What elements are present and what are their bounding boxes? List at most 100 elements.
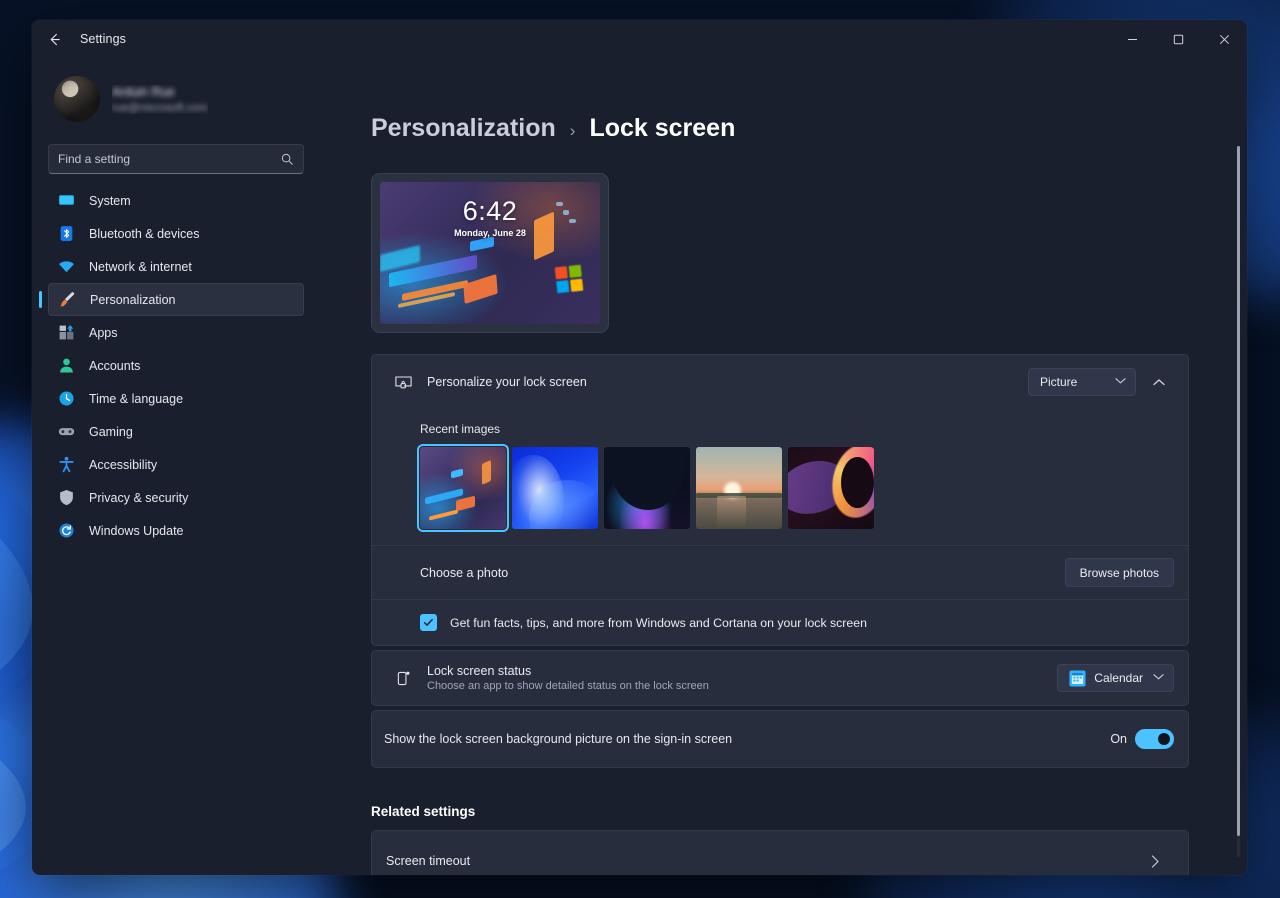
signin-background-row[interactable]: Show the lock screen background picture … (372, 711, 1188, 767)
desktop: Settings Arduin Rue rue@microsoft.com Fi… (0, 0, 1280, 898)
back-button[interactable] (38, 23, 70, 55)
lock-screen-status-description: Choose an app to show detailed status on… (427, 680, 709, 692)
calendar-icon (1069, 669, 1086, 687)
back-arrow-icon (50, 33, 60, 45)
chevron-down-icon (1153, 673, 1164, 684)
content: Personalization › Lock screen 6:42 Monda… (320, 58, 1247, 875)
shield-icon (58, 489, 75, 506)
lock-screen-status-card: Lock screen status Choose an app to show… (371, 650, 1189, 706)
recent-images-strip (417, 444, 1174, 532)
page-title: Lock screen (589, 114, 736, 142)
breadcrumb-separator: › (569, 121, 576, 140)
signin-background-state: On (1110, 732, 1127, 746)
maximize-button[interactable] (1155, 20, 1201, 58)
related-settings-heading: Related settings (371, 804, 476, 819)
blue-bloom-thumbnail[interactable] (512, 447, 598, 529)
sidebar-item-network-internet[interactable]: Network & internet (48, 250, 304, 283)
choose-photo-label: Choose a photo (420, 565, 509, 580)
fun-facts-checkbox[interactable] (420, 614, 437, 631)
sidebar-item-windows-update[interactable]: Windows Update (48, 514, 304, 547)
windows-logo-icon (554, 264, 584, 294)
chevron-down-icon (1115, 377, 1126, 388)
wifi-icon (58, 258, 75, 275)
monitor-icon (58, 192, 75, 209)
abstract-blocks-thumbnail[interactable] (417, 444, 509, 532)
sidebar-item-gaming[interactable]: Gaming (48, 415, 304, 448)
screen-timeout-row[interactable]: Screen timeout (372, 831, 1188, 875)
scrollbar-track[interactable] (1237, 146, 1240, 857)
browse-photos-button[interactable]: Browse photos (1064, 558, 1174, 587)
screen-timeout-label: Screen timeout (386, 854, 471, 868)
scrollbar-thumb[interactable] (1237, 146, 1240, 836)
lock-screen-status-app-dropdown[interactable]: Calendar (1057, 664, 1174, 692)
sidebar-item-personalization[interactable]: Personalization (39, 283, 304, 316)
account-name: Arduin Rue (112, 84, 175, 99)
clock-icon (58, 390, 75, 407)
sidebar-item-system[interactable]: System (48, 184, 304, 217)
personalize-text: Personalize your lock screen (427, 375, 1015, 389)
personalize-row[interactable]: Personalize your lock screen Picture (372, 355, 1188, 409)
close-button[interactable] (1201, 20, 1247, 58)
signin-background-controls: On (1110, 729, 1174, 749)
search-box[interactable] (48, 144, 304, 174)
close-icon (1219, 34, 1229, 44)
sidebar-item-label: Time & language (89, 391, 184, 406)
gamepad-icon (58, 423, 75, 440)
title-bar: Settings (32, 20, 1247, 58)
sidebar-item-label: Bluetooth & devices (89, 226, 200, 241)
breadcrumb-parent[interactable]: Personalization (371, 114, 556, 143)
lock-screen-icon (392, 371, 414, 393)
chevron-right-icon (1140, 846, 1170, 875)
personalize-controls: Picture (1028, 367, 1174, 397)
sidebar-item-time-language[interactable]: Time & language (48, 382, 304, 415)
window-controls (1109, 20, 1247, 58)
lock-screen-preview-image: 6:42 Monday, June 28 (380, 182, 600, 324)
app-title: Settings (80, 32, 126, 46)
minimize-button[interactable] (1109, 20, 1155, 58)
personalize-type-dropdown[interactable]: Picture (1028, 368, 1136, 396)
sidebar-nav: System Bluetooth & devices Network & int… (39, 184, 304, 547)
orange-swirl-thumbnail[interactable] (788, 447, 874, 529)
status-app-icon (392, 667, 414, 689)
dark-orb-thumbnail[interactable] (604, 447, 690, 529)
person-icon (58, 357, 75, 374)
bluetooth-icon (58, 225, 75, 242)
recent-images-title: Recent images (420, 422, 501, 436)
personalize-type-value: Picture (1040, 375, 1078, 389)
lock-screen-status-title: Lock screen status (427, 664, 532, 678)
expand-collapse-button[interactable] (1144, 367, 1174, 397)
account-card[interactable]: Arduin Rue rue@microsoft.com (48, 68, 304, 130)
sidebar-item-accounts[interactable]: Accounts (48, 349, 304, 382)
fun-facts-row[interactable]: Get fun facts, tips, and more from Windo… (372, 599, 1188, 645)
choose-photo-text: Choose a photo (420, 566, 1052, 580)
account-text: Arduin Rue rue@microsoft.com (112, 85, 208, 114)
personalize-title: Personalize your lock screen (427, 375, 587, 389)
sidebar-item-label: Personalization (90, 292, 176, 307)
recent-images-section: Recent images (372, 409, 1188, 545)
checkmark-icon (423, 618, 433, 626)
search-input[interactable] (58, 152, 280, 166)
sidebar-item-accessibility[interactable]: Accessibility (48, 448, 304, 481)
lock-screen-status-row[interactable]: Lock screen status Choose an app to show… (372, 651, 1188, 705)
screen-timeout-card: Screen timeout (371, 830, 1189, 875)
sidebar-item-label: Gaming (89, 424, 133, 439)
sunset-lake-thumbnail[interactable] (696, 447, 782, 529)
signin-background-toggle[interactable] (1135, 729, 1174, 749)
sidebar-item-label: System (89, 193, 131, 208)
sidebar-item-apps[interactable]: Apps (48, 316, 304, 349)
search-icon (280, 152, 294, 166)
chevron-up-icon (1153, 373, 1165, 391)
preview-time: 6:42 (462, 196, 518, 226)
sidebar-item-bluetooth-devices[interactable]: Bluetooth & devices (48, 217, 304, 250)
signin-background-card: Show the lock screen background picture … (371, 710, 1189, 768)
lock-screen-status-app-value: Calendar (1094, 671, 1143, 685)
paintbrush-icon (59, 291, 76, 308)
personalize-card: Personalize your lock screen Picture Rec… (371, 354, 1189, 646)
sidebar-item-label: Apps (89, 325, 118, 340)
breadcrumb: Personalization › Lock screen (371, 114, 1189, 143)
sidebar-item-privacy-security[interactable]: Privacy & security (48, 481, 304, 514)
choose-photo-row: Choose a photo Browse photos (372, 545, 1188, 599)
signin-background-label: Show the lock screen background picture … (384, 732, 733, 746)
window-body: Arduin Rue rue@microsoft.com Find a sett… (32, 58, 1247, 875)
update-icon (58, 522, 75, 539)
